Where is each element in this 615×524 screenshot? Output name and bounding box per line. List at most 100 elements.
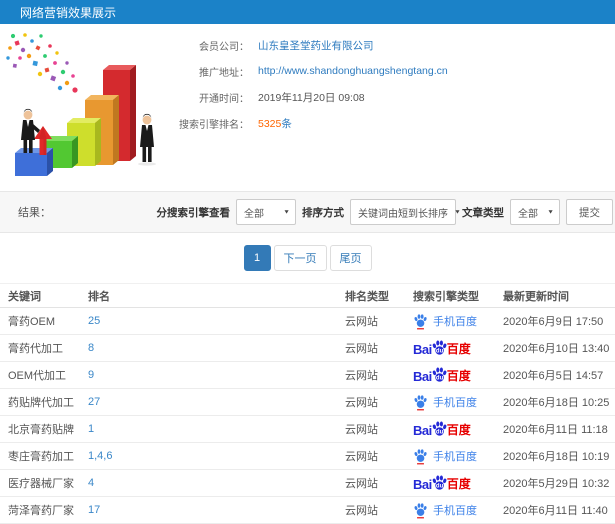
rank-cell: 4 xyxy=(80,469,337,497)
rank-link[interactable]: 8 xyxy=(88,342,94,354)
keyword-cell: 北京膏药贴牌 xyxy=(0,415,80,443)
article-type-select[interactable]: 全部 ▼ xyxy=(510,199,560,225)
sort-select[interactable]: 关键词由短到长排序 ▼ xyxy=(350,199,461,225)
submit-button[interactable]: 提交 xyxy=(566,199,613,225)
baidu-wordmark: Bai xyxy=(413,477,432,492)
baidu-paw-icon xyxy=(414,394,428,410)
engine-label: 手机百度 xyxy=(433,397,477,409)
rank-cell: 1,4,6 xyxy=(80,442,337,470)
rank-cell: 1 xyxy=(80,415,337,443)
rank-type-cell: 云网站 xyxy=(337,334,405,362)
rank-link[interactable]: 9 xyxy=(88,369,94,381)
keyword-cell: OEM代加工 xyxy=(0,361,80,389)
rank-link[interactable]: 1 xyxy=(88,423,94,435)
updated-cell: 2020年6月5日 14:57 xyxy=(495,361,615,389)
engine-cell: Bai du 百度 xyxy=(405,361,495,389)
table-row: 药贴牌代加工 27 云网站 手机百度 2020年6月18日 10:25 xyxy=(0,388,615,416)
updated-cell: 2020年6月9日 17:50 xyxy=(495,307,615,335)
rank-type-cell: 云网站 xyxy=(337,496,405,524)
engine-cell: Bai du 百度 xyxy=(405,415,495,443)
table-row: OEM代加工 9 云网站 Bai du 百度 2020年6月5日 14:57 xyxy=(0,361,615,389)
bar-blue xyxy=(15,148,53,176)
engine-cell: Bai du 百度 xyxy=(405,334,495,362)
sort-selected: 关键词由短到长排序 xyxy=(358,208,448,220)
info-row-url: 推广地址： http://www.shandonghuangshengtang.… xyxy=(175,58,448,84)
mobile-baidu-logo: 手机百度 xyxy=(413,448,477,465)
rank-type-cell: 云网站 xyxy=(337,388,405,416)
rank-link[interactable]: 1,4,6 xyxy=(88,450,112,462)
engine-label: 手机百度 xyxy=(433,451,477,463)
page-button-next[interactable]: 下一页 xyxy=(273,245,327,271)
engine-view-label: 分搜索引擎查看 xyxy=(156,206,231,219)
info-row-company: 会员公司： 山东皇圣堂药业有限公司 xyxy=(175,32,448,58)
mobile-baidu-logo: 手机百度 xyxy=(413,394,477,411)
baidu-cn-wordmark: 百度 xyxy=(446,369,471,383)
page-button-last[interactable]: 尾页 xyxy=(329,245,372,271)
info-section: 会员公司： 山东皇圣堂药业有限公司 推广地址： http://www.shand… xyxy=(0,24,615,191)
pagination: 1 下一页 尾页 xyxy=(0,233,615,283)
sort-label: 排序方式 xyxy=(302,206,344,219)
rank-link[interactable]: 17 xyxy=(88,504,100,516)
baidu-paw-icon: du xyxy=(431,367,447,382)
header-rank-type: 排名类型 xyxy=(337,283,405,308)
rank-type-cell: 云网站 xyxy=(337,361,405,389)
baidu-pc-logo: Bai du 百度 xyxy=(413,474,471,492)
updated-cell: 2020年6月18日 10:25 xyxy=(495,388,615,416)
businessman-right xyxy=(138,113,156,166)
results-table: 关键词 排名 排名类型 搜索引擎类型 最新更新时间 膏药OEM 25 云网站 手… xyxy=(0,283,615,524)
baidu-cn-wordmark: 百度 xyxy=(446,423,471,437)
rank-type-cell: 云网站 xyxy=(337,307,405,335)
rank-count-value: 5325条 xyxy=(258,116,292,131)
promo-url-link[interactable]: http://www.shandonghuangshengtang.cn xyxy=(258,65,448,77)
engine-cell: 手机百度 xyxy=(405,388,495,416)
engine-view-select[interactable]: 全部 ▼ xyxy=(236,199,296,225)
rank-type-cell: 云网站 xyxy=(337,442,405,470)
rank-link[interactable]: 25 xyxy=(88,315,100,327)
filter-controls: 分搜索引擎查看 全部 ▼ 排序方式 关键词由短到长排序 ▼ 文章类型 全部 ▼ … xyxy=(156,199,613,225)
rank-link[interactable]: 4 xyxy=(88,477,94,489)
chevron-down-icon: ▼ xyxy=(547,209,554,215)
company-value-link[interactable]: 山东皇圣堂药业有限公司 xyxy=(258,38,374,53)
table-row: 北京膏药贴牌 1 云网站 Bai du 百度 2020年6月11日 11:18 xyxy=(0,415,615,443)
engine-cell: 手机百度 xyxy=(405,496,495,524)
baidu-cn-wordmark: 百度 xyxy=(446,477,471,491)
engine-label: 手机百度 xyxy=(433,505,477,517)
engine-label: 手机百度 xyxy=(433,316,477,328)
table-row: 医疗器械厂家 4 云网站 Bai du 百度 2020年5月29日 10:32 xyxy=(0,469,615,497)
rank-link[interactable]: 27 xyxy=(88,396,100,408)
keyword-cell: 医疗器械厂家 xyxy=(0,469,80,497)
result-label: 结果： xyxy=(18,207,51,219)
filter-bar: 结果： 分搜索引擎查看 全部 ▼ 排序方式 关键词由短到长排序 ▼ 文章类型 全… xyxy=(0,191,615,233)
updated-cell: 2020年6月11日 11:18 xyxy=(495,415,615,443)
businessman-left xyxy=(21,108,40,153)
baidu-paw-icon xyxy=(414,448,428,464)
page-button-current[interactable]: 1 xyxy=(243,245,271,271)
rank-cell: 17 xyxy=(80,496,337,524)
baidu-paw-icon xyxy=(414,313,428,329)
rank-cell: 8 xyxy=(80,334,337,362)
baidu-wordmark: Bai xyxy=(413,342,432,357)
rank-type-cell: 云网站 xyxy=(337,415,405,443)
rank-cell: 25 xyxy=(80,307,337,335)
keyword-cell: 膏药OEM xyxy=(0,307,80,335)
company-info: 会员公司： 山东皇圣堂药业有限公司 推广地址： http://www.shand… xyxy=(175,32,448,136)
baidu-pc-logo: Bai du 百度 xyxy=(413,420,471,438)
baidu-pc-logo: Bai du 百度 xyxy=(413,366,471,384)
header-updated: 最新更新时间 xyxy=(495,283,615,308)
svg-text:du: du xyxy=(436,376,444,382)
header-engine-type: 搜索引擎类型 xyxy=(405,283,495,308)
svg-text:du: du xyxy=(436,430,444,436)
keyword-cell: 药贴牌代加工 xyxy=(0,388,80,416)
svg-text:du: du xyxy=(436,349,444,355)
mobile-baidu-logo: 手机百度 xyxy=(413,502,477,519)
updated-cell: 2020年6月11日 11:40 xyxy=(495,496,615,524)
engine-cell: Bai du 百度 xyxy=(405,469,495,497)
confetti-dots xyxy=(6,33,78,93)
rank-type-cell: 云网站 xyxy=(337,469,405,497)
info-row-open-time: 开通时间： 2019年11月20日 09:08 xyxy=(175,84,448,110)
baidu-paw-icon: du xyxy=(431,340,447,355)
updated-cell: 2020年6月18日 10:19 xyxy=(495,442,615,470)
rank-count-label: 搜索引擎排名： xyxy=(179,119,249,131)
open-time-label: 开通时间： xyxy=(199,93,249,105)
baidu-paw-icon: du xyxy=(431,421,447,436)
